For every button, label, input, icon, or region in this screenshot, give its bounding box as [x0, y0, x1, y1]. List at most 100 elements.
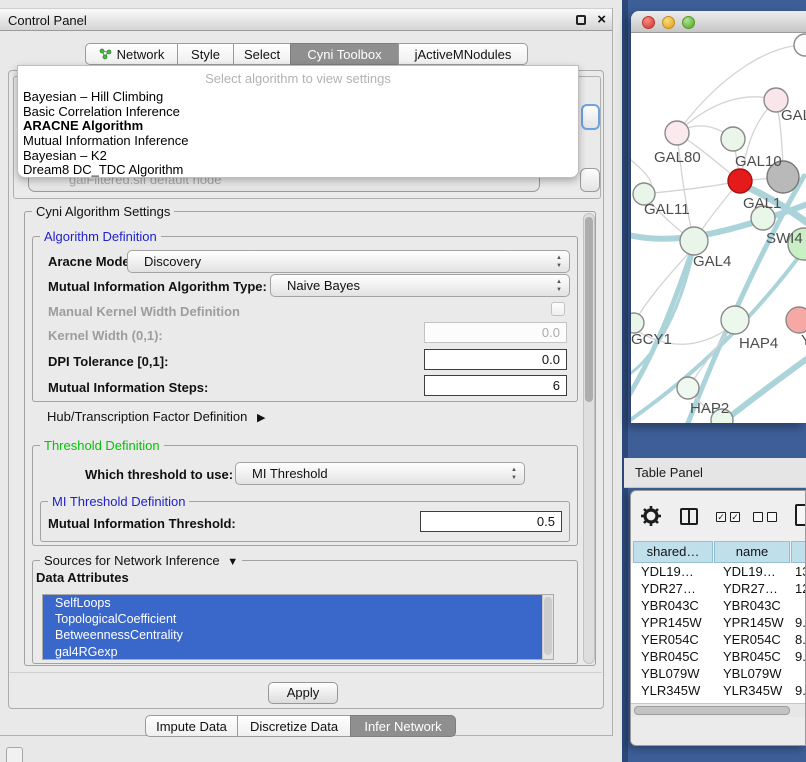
close-window-icon[interactable]: × [597, 11, 606, 28]
network-node[interactable] [721, 306, 749, 334]
list-item[interactable]: BetweennessCentrality [43, 627, 542, 643]
dpi-tolerance-label: DPI Tolerance [0,1]: [48, 354, 168, 369]
algorithm-dropdown-placeholder: Select algorithm to view settings [18, 66, 578, 90]
dpi-tolerance-field[interactable]: 0.0 [424, 349, 567, 370]
sources-group-title[interactable]: Sources for Network Inference ▼ [40, 553, 242, 568]
aracne-mode-select[interactable]: Discovery ▲▼ [127, 250, 570, 273]
table-panel-header: Table Panel [624, 458, 806, 488]
manual-kernel-checkbox[interactable] [551, 302, 565, 316]
algorithm-definition-title: Algorithm Definition [40, 229, 161, 244]
algorithm-option-selected[interactable]: ARACNE Algorithm [18, 119, 578, 134]
expand-arrow-icon[interactable]: ▶ [257, 412, 265, 424]
kernel-width-label: Kernel Width (0,1): [48, 328, 163, 343]
network-node[interactable] [680, 227, 708, 255]
algorithm-dropdown: Select algorithm to view settings Bayesi… [17, 65, 579, 178]
network-node-labels: GAL80 GAL10 GAL1 GAL11 SWI4 GAL4 GCY1 HA… [631, 107, 806, 417]
mi-algorithm-type-value: Naive Bayes [287, 278, 360, 293]
network-node[interactable] [786, 307, 806, 333]
control-panel-window: Control Panel × Network Style [0, 8, 613, 736]
settings-scrollbar-thumb[interactable] [585, 217, 593, 402]
button-fragment[interactable] [580, 168, 600, 192]
table-row[interactable]: YBL079WYBL079W [631, 665, 805, 682]
focused-button-fragment[interactable] [581, 104, 600, 130]
table-row[interactable]: YBR043CYBR043C [631, 597, 805, 614]
table-horizontal-scrollbar[interactable] [631, 703, 805, 717]
list-item[interactable]: TopologicalCoefficient [43, 611, 542, 627]
tab-jactivemnodules-label: jActiveMNodules [415, 47, 512, 62]
minimize-window-icon[interactable] [662, 16, 675, 29]
node-label: GCY1 [631, 331, 672, 348]
document-icon[interactable] [795, 504, 806, 526]
select-all-checks-icon[interactable]: ✓✓ [716, 512, 740, 522]
tab-cyni-toolbox-label: Cyni Toolbox [307, 47, 381, 62]
node-label: GAL80 [654, 149, 701, 166]
manual-kernel-label: Manual Kernel Width Definition [48, 304, 240, 319]
float-window-icon[interactable] [576, 15, 586, 25]
network-node[interactable] [665, 121, 689, 145]
gear-icon[interactable] [640, 504, 662, 528]
mi-algorithm-type-select[interactable]: Naive Bayes ▲▼ [270, 274, 570, 297]
attributes-scrollbar[interactable] [542, 595, 553, 659]
mi-threshold-field[interactable]: 0.5 [420, 511, 562, 532]
tab-jactivemnodules[interactable]: jActiveMNodules [398, 43, 528, 65]
tab-cyni-toolbox[interactable]: Cyni Toolbox [290, 43, 399, 65]
table-header-row: shared… name [631, 541, 805, 563]
mi-steps-field[interactable]: 6 [424, 375, 567, 396]
screen: Control Panel × Network Style [0, 0, 806, 762]
control-panel-title: Control Panel [8, 13, 87, 28]
tab-network[interactable]: Network [85, 43, 178, 65]
settings-scrollbar[interactable] [583, 213, 595, 664]
tab-impute-data[interactable]: Impute Data [145, 715, 238, 737]
node-label: Y [801, 332, 806, 349]
algorithm-option[interactable]: Basic Correlation Inference [18, 105, 578, 120]
tab-infer-network-label: Infer Network [364, 719, 441, 734]
table-row[interactable]: YER054CYER054C8. [631, 631, 805, 648]
minimized-panel-widget[interactable] [6, 747, 23, 762]
tab-style[interactable]: Style [177, 43, 234, 65]
close-window-icon[interactable] [642, 16, 655, 29]
network-canvas[interactable]: GAL80 GAL10 GAL1 GAL11 SWI4 GAL4 GCY1 HA… [631, 33, 806, 423]
data-attributes-list: SelfLoops TopologicalCoefficient Between… [42, 594, 554, 660]
network-node[interactable] [794, 34, 806, 56]
tab-discretize-data[interactable]: Discretize Data [237, 715, 351, 737]
network-node[interactable] [631, 313, 644, 333]
deselect-all-checks-icon[interactable] [753, 512, 777, 522]
kernel-width-field[interactable]: 0.0 [424, 322, 567, 343]
which-threshold-select[interactable]: MI Threshold ▲▼ [235, 462, 525, 485]
tab-select[interactable]: Select [233, 43, 291, 65]
table-row[interactable]: YDL19…YDL19…13 [631, 563, 805, 580]
table-row[interactable]: YBR045CYBR045C9. [631, 648, 805, 665]
network-node[interactable] [721, 127, 745, 151]
algorithm-option[interactable]: Bayesian – Hill Climbing [18, 90, 578, 105]
tab-select-label: Select [244, 47, 280, 62]
hub-section-label[interactable]: Hub/Transcription Factor Definition ▶ [47, 409, 265, 424]
network-node[interactable] [677, 377, 699, 399]
desktop-shadow [622, 0, 628, 762]
zoom-window-icon[interactable] [682, 16, 695, 29]
tab-infer-network[interactable]: Infer Network [350, 715, 456, 737]
network-nodes[interactable] [631, 34, 806, 423]
table-horizontal-scrollbar-thumb[interactable] [634, 706, 790, 715]
column-header-shared[interactable]: shared… [633, 541, 713, 563]
network-icon [99, 48, 112, 60]
table-row[interactable]: YLR345WYLR345W9. [631, 682, 805, 699]
attributes-scrollbar-thumb[interactable] [544, 597, 552, 655]
collapse-arrow-icon[interactable]: ▼ [227, 556, 238, 568]
aracne-mode-value: Discovery [144, 254, 201, 269]
tab-network-label: Network [117, 47, 165, 62]
table-row[interactable]: YPR145WYPR145W9. [631, 614, 805, 631]
apply-button[interactable]: Apply [268, 682, 338, 704]
column-header-name[interactable]: name [714, 541, 790, 563]
table-row[interactable]: YDR27…YDR27…12 [631, 580, 805, 597]
algorithm-option[interactable]: Mutual Information Inference [18, 134, 578, 149]
divider [10, 672, 602, 673]
node-label: GAL [781, 107, 806, 124]
list-item[interactable]: SelfLoops [43, 595, 542, 611]
algorithm-option[interactable]: Dream8 DC_TDC Algorithm [18, 163, 578, 178]
list-item[interactable]: gal4RGexp [43, 644, 542, 660]
table-body: YDL19…YDL19…13 YDR27…YDR27…12 YBR043CYBR… [631, 563, 805, 703]
algorithm-option[interactable]: Bayesian – K2 [18, 149, 578, 164]
network-node-selected[interactable] [728, 169, 752, 193]
column-header-clipped[interactable] [791, 541, 806, 563]
split-view-icon[interactable] [680, 508, 698, 525]
